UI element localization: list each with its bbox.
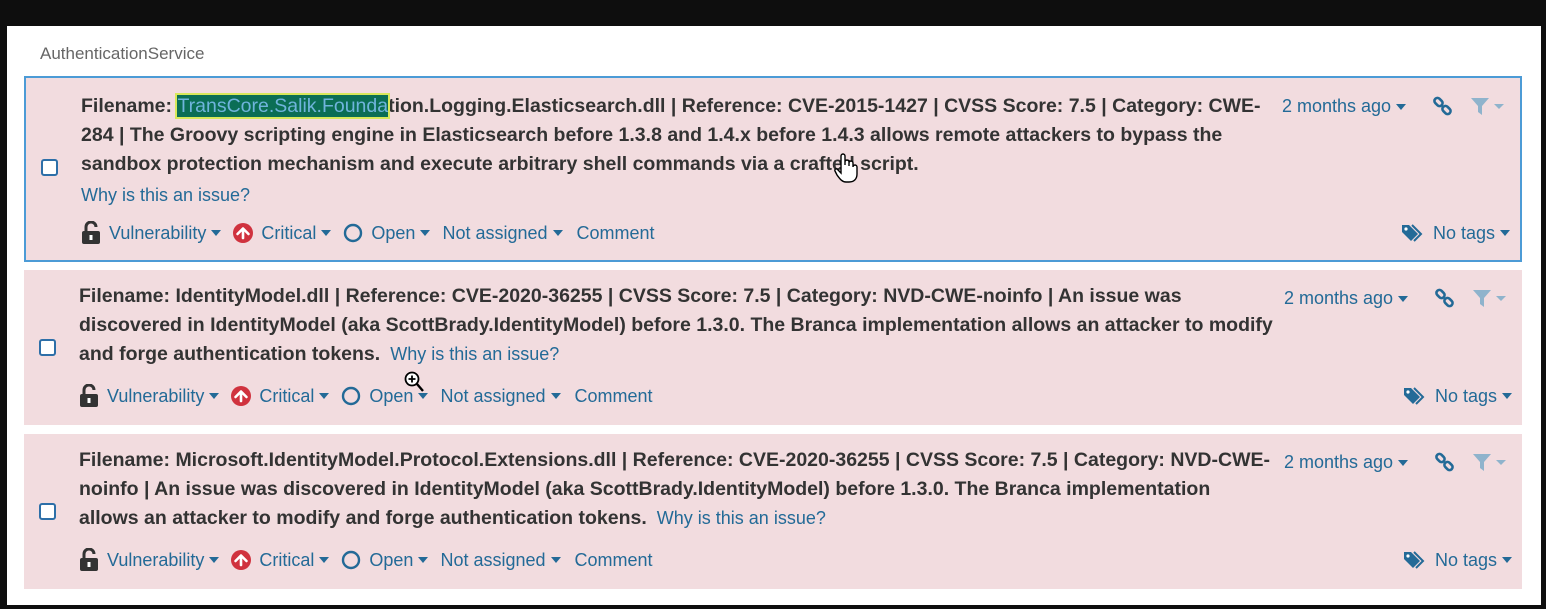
circle-outline-icon	[341, 386, 361, 406]
why-is-this-an-issue-link[interactable]: Why is this an issue?	[657, 508, 826, 528]
circle-outline-icon	[343, 223, 363, 243]
issue-meta: 2 months ago	[1284, 452, 1522, 476]
chevron-down-icon	[319, 557, 330, 563]
issue-date-dropdown[interactable]: 2 months ago	[1282, 96, 1407, 117]
chevron-down-icon	[550, 393, 561, 399]
status-label: Open	[369, 549, 414, 570]
unlock-icon	[81, 221, 101, 245]
issue-card[interactable]: Filename: Microsoft.IdentityModel.Protoc…	[24, 434, 1522, 589]
issue-actions: Vulnerability Critical Open Not assigned…	[79, 383, 665, 409]
unlock-icon	[79, 548, 99, 572]
why-is-this-an-issue-link[interactable]: Why is this an issue?	[390, 344, 559, 364]
status-label: Open	[371, 222, 416, 243]
chevron-down-icon	[1502, 393, 1512, 399]
type-dropdown[interactable]: Vulnerability	[81, 221, 222, 245]
status-dropdown[interactable]: Open	[343, 222, 431, 244]
severity-dropdown[interactable]: Critical	[231, 549, 330, 571]
hand-pointer-cursor-icon	[833, 152, 859, 189]
severity-label: Critical	[261, 222, 317, 243]
issue-message-prefix: Filename:	[81, 95, 178, 117]
tags-dropdown[interactable]: No tags	[1403, 383, 1512, 409]
issue-meta: 2 months ago	[1284, 288, 1522, 312]
chevron-down-icon	[209, 393, 220, 399]
issue-date: 2 months ago	[1284, 288, 1394, 308]
issue-actions: Vulnerability Critical Open Not assigned…	[81, 220, 667, 246]
text-selection-highlight: TransCore.Salik.Founda	[175, 93, 391, 119]
link-icon[interactable]	[1434, 451, 1456, 478]
status-dropdown[interactable]: Open	[341, 549, 429, 571]
issue-checkbox[interactable]	[41, 159, 58, 176]
assignee-dropdown[interactable]: Not assigned	[440, 549, 561, 571]
severity-label: Critical	[259, 385, 315, 406]
tags-label: No tags	[1434, 549, 1497, 570]
filter-icon[interactable]	[1472, 289, 1506, 314]
chevron-down-icon	[1502, 557, 1512, 563]
severity-dropdown[interactable]: Critical	[233, 222, 332, 244]
chevron-down-icon	[420, 230, 431, 236]
type-dropdown[interactable]: Vulnerability	[79, 384, 220, 408]
issues-panel: AuthenticationService Filename: TransCor…	[7, 26, 1541, 605]
tags-icon	[1403, 386, 1427, 406]
assignee-label: Not assigned	[440, 549, 546, 570]
chevron-down-icon	[211, 230, 222, 236]
unlock-icon	[79, 384, 99, 408]
chevron-down-icon	[1500, 230, 1510, 236]
chevron-down-icon	[1396, 104, 1407, 111]
tags-dropdown[interactable]: No tags	[1401, 220, 1510, 246]
issue-card[interactable]: Filename: IdentityModel.dll | Reference:…	[24, 270, 1522, 425]
issue-card[interactable]: Filename: TransCore.Salik.Foundation.Log…	[24, 76, 1522, 262]
why-is-this-an-issue-link[interactable]: Why is this an issue?	[81, 185, 250, 206]
comment-button[interactable]: Comment	[577, 223, 655, 244]
link-icon[interactable]	[1434, 287, 1456, 314]
issue-date-dropdown[interactable]: 2 months ago	[1284, 452, 1409, 473]
issue-checkbox[interactable]	[39, 503, 56, 520]
assignee-label: Not assigned	[442, 222, 548, 243]
chevron-down-icon	[1398, 296, 1409, 303]
arrow-up-circle-icon	[233, 223, 254, 243]
chevron-down-icon	[209, 557, 220, 563]
chevron-down-icon	[552, 230, 563, 236]
tags-icon	[1401, 223, 1425, 243]
zoom-cursor-icon	[404, 371, 426, 400]
issue-date-dropdown[interactable]: 2 months ago	[1284, 288, 1409, 309]
issue-message[interactable]: Filename: Microsoft.IdentityModel.Protoc…	[79, 446, 1274, 533]
filter-icon[interactable]	[1470, 97, 1504, 122]
issue-checkbox[interactable]	[39, 339, 56, 356]
type-label: Vulnerability	[109, 222, 207, 243]
arrow-up-circle-icon	[231, 386, 252, 406]
type-label: Vulnerability	[107, 549, 205, 570]
assignee-dropdown[interactable]: Not assigned	[442, 222, 563, 244]
chevron-down-icon	[1398, 460, 1409, 467]
link-icon[interactable]	[1432, 95, 1454, 122]
issue-message[interactable]: Filename: TransCore.Salik.Foundation.Log…	[81, 92, 1276, 179]
issue-date: 2 months ago	[1282, 96, 1392, 116]
arrow-up-circle-icon	[231, 550, 252, 570]
tags-icon	[1403, 550, 1427, 570]
severity-label: Critical	[259, 549, 315, 570]
tags-label: No tags	[1434, 385, 1497, 406]
chevron-down-icon	[550, 557, 561, 563]
tags-dropdown[interactable]: No tags	[1403, 547, 1512, 573]
component-name: AuthenticationService	[40, 44, 205, 63]
chevron-down-icon	[319, 393, 330, 399]
tags-label: No tags	[1432, 222, 1495, 243]
issue-actions: Vulnerability Critical Open Not assigned…	[79, 547, 665, 573]
comment-button[interactable]: Comment	[575, 386, 653, 407]
issue-date: 2 months ago	[1284, 452, 1394, 472]
filter-icon[interactable]	[1472, 453, 1506, 478]
assignee-dropdown[interactable]: Not assigned	[440, 385, 561, 407]
issue-meta: 2 months ago	[1282, 96, 1520, 120]
chevron-down-icon	[418, 557, 429, 563]
chevron-down-icon	[321, 230, 332, 236]
comment-button[interactable]: Comment	[575, 550, 653, 571]
type-label: Vulnerability	[107, 385, 205, 406]
issue-message[interactable]: Filename: IdentityModel.dll | Reference:…	[79, 282, 1274, 369]
issue-message-text: Filename: IdentityModel.dll | Reference:…	[79, 285, 1273, 365]
circle-outline-icon	[341, 550, 361, 570]
severity-dropdown[interactable]: Critical	[231, 385, 330, 407]
assignee-label: Not assigned	[440, 385, 546, 406]
type-dropdown[interactable]: Vulnerability	[79, 548, 220, 572]
